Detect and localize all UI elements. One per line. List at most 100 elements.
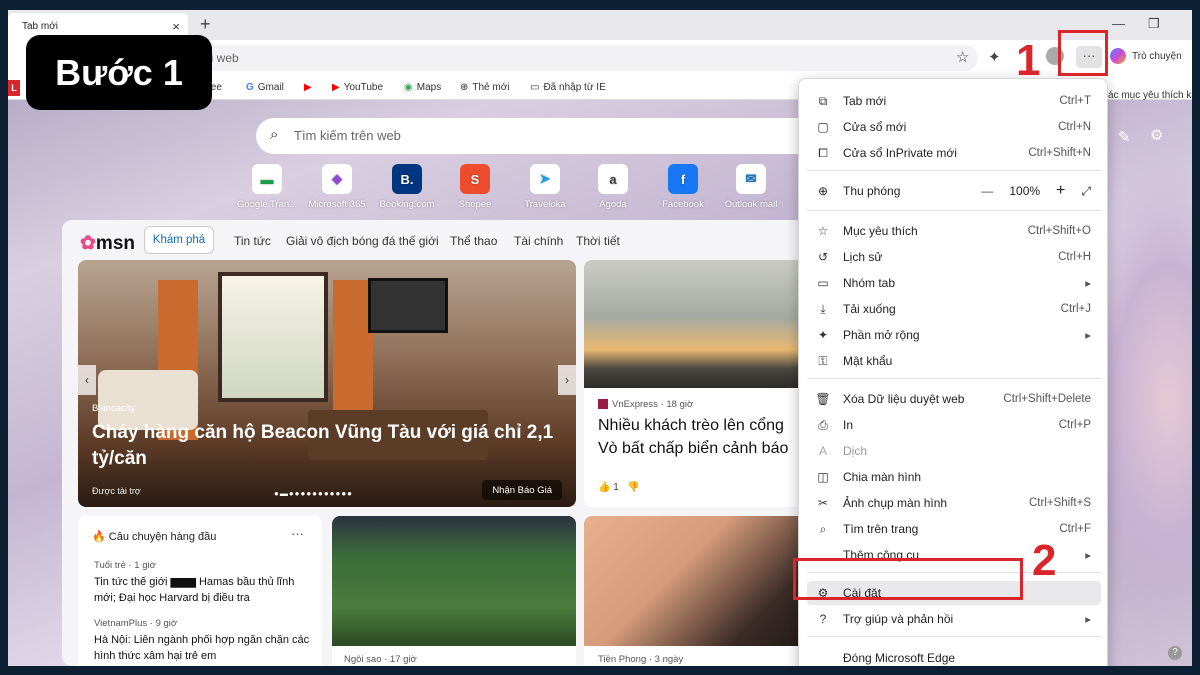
extensions-icon: ✦ [817, 328, 829, 342]
menu-history[interactable]: ↺ Lịch sử Ctrl+H [807, 245, 1101, 269]
msn-logo[interactable]: ✿msn [80, 232, 135, 255]
menu-passwords[interactable]: ⚿ Mật khẩu [807, 349, 1101, 373]
news-card[interactable]: Ngôi sao · 17 giờ [332, 516, 576, 666]
edit-pencil-icon[interactable]: ✎ [1118, 128, 1131, 146]
fullscreen-icon[interactable]: ⤢ [1081, 184, 1091, 199]
quick-link[interactable]: f Facebook [650, 164, 716, 210]
zoom-out-button[interactable]: — [981, 184, 993, 198]
menu-extensions[interactable]: ✦ Phần mở rộng ▸ [807, 323, 1101, 347]
quick-link[interactable]: ◆ Microsoft 365 [304, 164, 370, 210]
tab-world-cup[interactable]: Giải vô địch bóng đá thế giới [286, 234, 439, 248]
bookmark-youtube[interactable]: ▶ YouTube [332, 82, 383, 93]
menu-clear-browsing-data[interactable]: 🗑 Xóa Dữ liệu duyệt web Ctrl+Shift+Delete [807, 387, 1101, 411]
bookmark-maps[interactable]: ◉ Maps [404, 82, 441, 93]
step-number-2: 2 [1032, 536, 1057, 585]
favorites-icon: ☆ [817, 224, 829, 238]
carousel-prev-button[interactable]: ‹ [78, 365, 96, 395]
hero-title[interactable]: Cháy hàng căn hộ Beacon Vũng Tàu với giá… [92, 420, 562, 472]
other-favorites[interactable]: ác mục yêu thích khá [1108, 90, 1192, 101]
menu-split-screen[interactable]: ◫ Chia màn hình [807, 465, 1101, 489]
like-button[interactable]: 👍 1 👎 [598, 482, 640, 493]
zoom-icon: ⊕ [817, 184, 829, 198]
translate-icon: A [818, 444, 827, 458]
menu-zoom: ⊕ Thu phóng — 100% + ⤢ [807, 179, 1101, 203]
tab-finance[interactable]: Tài chính [514, 234, 563, 248]
help-icon: ? [819, 612, 827, 626]
copilot-chat-button[interactable]: Trò chuyện [1110, 48, 1182, 64]
news-source: VnExpress · 18 giờ [598, 399, 693, 410]
quick-link[interactable]: ✉ Outlook mail [718, 164, 784, 210]
tab-discover[interactable]: Khám phá [144, 226, 214, 254]
highlight-settings [793, 558, 1023, 600]
tab-weather[interactable]: Thời tiết [576, 234, 620, 248]
more-options-icon[interactable]: ··· [291, 526, 304, 541]
highlight-more-button [1058, 30, 1108, 76]
chevron-right-icon: ▸ [1085, 278, 1091, 290]
tab-title: Tab mới [22, 21, 59, 32]
news-card[interactable]: VnExpress · 18 giờ Nhiều khách trèo lên … [584, 260, 822, 507]
bookmark-l-icon[interactable]: L [8, 80, 20, 96]
quick-link[interactable]: B. Booking.com [374, 164, 440, 210]
shopee-icon: S [460, 164, 490, 194]
story-item[interactable]: VietnamPlus · 9 giờ Hà Nội: Liên ngành p… [94, 618, 314, 664]
restore-button[interactable]: ❐ [1148, 16, 1160, 32]
bookmark-folder-ie[interactable]: ▭ Đã nhập từ IE [530, 82, 606, 93]
agoda-icon: a [598, 164, 628, 194]
folder-icon: ▭ [530, 82, 540, 93]
bookmark-youtube-icon[interactable]: ▶ [304, 82, 312, 93]
quick-link[interactable]: S Shopee [442, 164, 508, 210]
quick-link[interactable]: ▬ Google Tran... [234, 164, 300, 210]
carousel-dots[interactable]: ●▬●●●●●●●●●●● [274, 489, 353, 498]
tab-news[interactable]: Tin tức [234, 234, 271, 248]
address-bar[interactable]: hi web [198, 45, 978, 71]
menu-new-window[interactable]: ▢ Cửa sổ mới Ctrl+N [807, 115, 1101, 139]
carousel-next-button[interactable]: › [558, 365, 576, 395]
menu-downloads[interactable]: ⤓ Tải xuống Ctrl+J [807, 297, 1101, 321]
news-title[interactable]: Nhiều khách trèo lên cổng Vò bất chấp biể… [598, 414, 822, 460]
split-screen-icon: ◫ [817, 470, 829, 484]
news-card[interactable]: Tiền Phong · 3 ngày [584, 516, 822, 666]
help-corner-icon[interactable]: ? [1168, 646, 1182, 660]
favorite-star-icon[interactable]: ☆ [956, 48, 969, 66]
web-search-box[interactable]: ⌕ Tìm kiếm trên web [256, 118, 816, 154]
minimize-button[interactable]: — [1112, 16, 1125, 31]
get-quote-button[interactable]: Nhận Báo Giá [482, 480, 562, 500]
step-badge: Bước 1 [26, 35, 212, 110]
maps-pin-icon: ◉ [404, 82, 413, 93]
menu-inprivate[interactable]: ⧠ Cửa sổ InPrivate mới Ctrl+Shift+N [807, 141, 1101, 165]
menu-close-edge[interactable]: Đóng Microsoft Edge [807, 646, 1101, 666]
news-image [584, 260, 822, 388]
page-settings-icon[interactable]: ⚙ [1150, 126, 1163, 144]
bookmark-gmail[interactable]: G Gmail [246, 82, 284, 93]
tab-sports[interactable]: Thể thao [450, 234, 497, 248]
search-placeholder: Tìm kiếm trên web [294, 128, 401, 143]
menu-new-tab[interactable]: ⧉ Tab mới Ctrl+T [807, 89, 1101, 113]
thumbs-down-icon[interactable]: 👎 [627, 482, 639, 493]
menu-help-feedback[interactable]: ? Trợ giúp và phản hồi ▸ [807, 607, 1101, 631]
sponsored-label: Được tài trợ [92, 486, 141, 496]
bookmark-new-tab[interactable]: ⊕ Thẻ mới [460, 82, 510, 93]
quick-link[interactable]: a Agoda [580, 164, 646, 210]
menu-print[interactable]: ⎙ In Ctrl+P [807, 413, 1101, 437]
hero-source: Blancacity [92, 403, 136, 414]
tab-groups-icon: ▭ [817, 276, 829, 290]
menu-screenshot[interactable]: ✂ Ảnh chụp màn hình Ctrl+Shift+S [807, 491, 1101, 515]
copilot-icon [1110, 48, 1126, 64]
zoom-in-button[interactable]: + [1056, 182, 1065, 200]
new-tab-button[interactable]: + [200, 14, 211, 35]
google-translate-icon: ▬ [252, 164, 282, 194]
delete-icon: 🗑 [815, 392, 831, 406]
menu-favorites[interactable]: ☆ Mục yêu thích Ctrl+Shift+O [807, 219, 1101, 243]
story-item[interactable]: Tuổi trẻ · 1 giờ Tin tức thế giới ▆▆▆ Ha… [94, 560, 314, 606]
top-stories-header: 🔥 Câu chuyện hàng đầu [92, 531, 217, 543]
celebrity-image [584, 516, 822, 646]
menu-find-on-page[interactable]: ⌕ Tìm trên trang Ctrl+F [807, 517, 1101, 541]
tab-close-icon[interactable]: × [172, 19, 180, 34]
quick-link[interactable]: ➤ Traveloka [512, 164, 578, 210]
msn-feed: ✿msn Khám phá Tin tức Giải vô địch bóng … [62, 220, 822, 666]
extensions-toolbar-icon[interactable]: ✦ [988, 48, 1001, 66]
booking-icon: B. [392, 164, 422, 194]
vnexpress-icon [598, 399, 608, 410]
hero-card[interactable]: ‹ › Blancacity Cháy hàng căn hộ Beacon V… [78, 260, 576, 507]
menu-tab-groups[interactable]: ▭ Nhóm tab ▸ [807, 271, 1101, 295]
